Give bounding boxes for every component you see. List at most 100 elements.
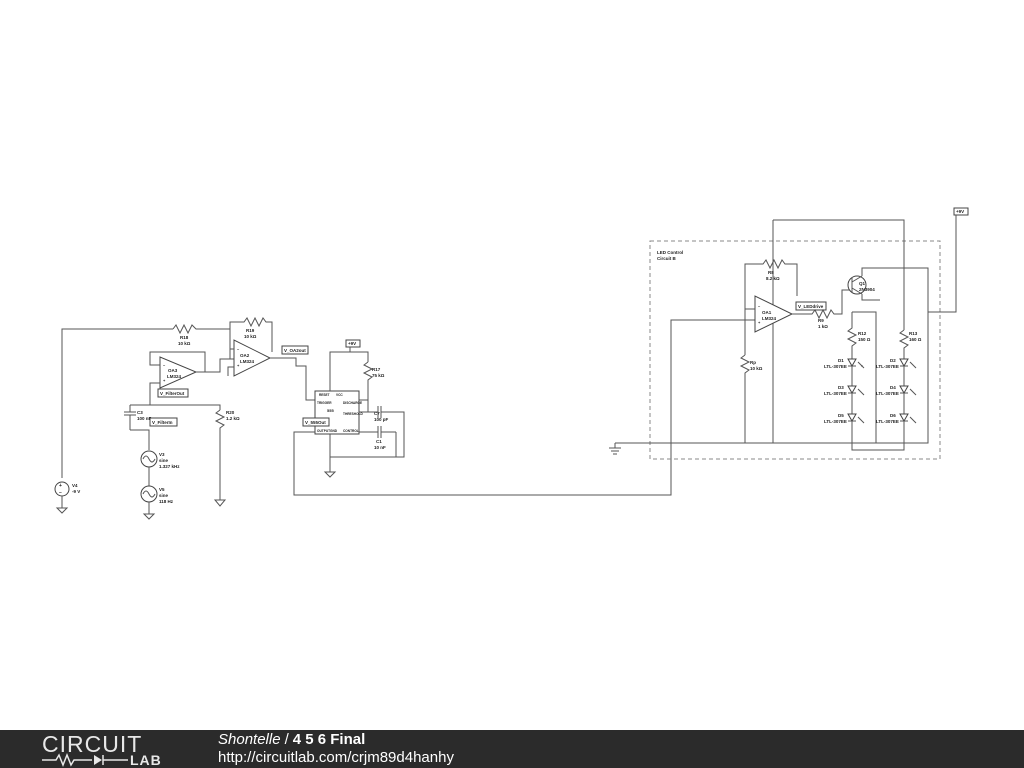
v4-name: V4 xyxy=(72,483,78,488)
led-d3[interactable]: D3 LTL-307EE xyxy=(824,385,865,396)
c3-name: C3 xyxy=(137,410,143,415)
q1-name: Q1 xyxy=(859,281,866,286)
oa1-name: OA1 xyxy=(762,310,772,315)
schematic-canvas[interactable]: + − V4 -9 V R18 10 kΩ − + OA3 LM324 V_Fi… xyxy=(0,0,1024,730)
capacitor-c3[interactable]: C3 100 nF xyxy=(124,405,152,430)
net-label-oa2-out[interactable]: V_OA2out xyxy=(281,345,309,355)
title-separator: / xyxy=(284,731,289,748)
d6-value: LTL-307EE xyxy=(876,419,899,424)
project-name: 4 5 6 Final xyxy=(292,731,366,748)
c1-value: 10 nF xyxy=(374,445,386,450)
pin-control: CONTROL xyxy=(343,429,359,433)
author-link[interactable]: Shontelle xyxy=(218,731,281,748)
led-d1[interactable]: D1 LTL-307EE xyxy=(824,358,865,369)
r18-name: R18 xyxy=(180,335,189,340)
circuit-schematic: + − V4 -9 V R18 10 kΩ − + OA3 LM324 V_Fi… xyxy=(54,207,969,520)
sine-source-v5[interactable]: V5 sine 118 Hz xyxy=(140,485,174,504)
resistor-r18[interactable]: R18 10 kΩ xyxy=(172,323,231,359)
led-block-title: LED Control xyxy=(657,250,683,255)
pin-discharge: DISCHARGE xyxy=(343,401,362,405)
r8-value: 8.2 kΩ xyxy=(766,276,780,281)
led-control-block xyxy=(649,240,941,460)
resistor-r8[interactable]: R8 8.2 kΩ xyxy=(744,258,798,309)
pin-vcc: VCC xyxy=(336,393,343,397)
sine-source-v3[interactable]: V3 sine 1.327 kHz xyxy=(140,450,180,469)
net-label-555-out[interactable]: V_555Out xyxy=(302,417,330,427)
r20-name: R20 xyxy=(226,410,235,415)
ground-symbol xyxy=(609,443,621,455)
led-d6[interactable]: D6 LTL-307EE xyxy=(876,413,917,424)
rp-value: 10 kΩ xyxy=(750,366,763,371)
resistor-r20[interactable]: R20 1.2 kΩ xyxy=(213,409,240,507)
net-label-filter-in[interactable]: V_FilterIn xyxy=(149,417,178,427)
d5-name: D5 xyxy=(838,413,844,418)
v4-value: -9 V xyxy=(72,489,80,494)
project-url[interactable]: http://circuitlab.com/crjm89d4hanhy xyxy=(218,749,454,767)
oa2-value: LM324 xyxy=(240,359,255,364)
v3-name: V3 xyxy=(159,452,165,457)
rp-name: Rp xyxy=(750,360,756,365)
filter-out-label: V_FilterOut xyxy=(160,391,185,396)
d1-name: D1 xyxy=(838,358,844,363)
filter-in-label: V_FilterIn xyxy=(152,420,173,425)
d3-value: LTL-307EE xyxy=(824,391,847,396)
led-d4[interactable]: D4 LTL-307EE xyxy=(876,385,917,396)
d1-value: LTL-307EE xyxy=(824,364,847,369)
d5-value: LTL-307EE xyxy=(824,419,847,424)
resistor-r13[interactable]: R13 160 Ω xyxy=(898,329,922,356)
logo-wave-icon xyxy=(42,753,128,767)
r9-name: R9 xyxy=(818,318,824,323)
d2-value: LTL-307EE xyxy=(876,364,899,369)
oa1-value: LM324 xyxy=(762,316,777,321)
logo-text-bottom: LAB xyxy=(130,752,162,768)
d4-name: D4 xyxy=(890,385,896,390)
r20-value: 1.2 kΩ xyxy=(226,416,240,421)
r18-value: 10 kΩ xyxy=(178,341,191,346)
c3-value: 100 nF xyxy=(137,416,152,421)
r13-value: 160 Ω xyxy=(909,337,922,342)
v5-type: sine xyxy=(159,493,169,498)
pin-gnd: GND xyxy=(330,429,338,433)
oa3-value: LM324 xyxy=(167,374,182,379)
led-block-subtitle: Circuit B xyxy=(657,256,677,261)
oa2-name: OA2 xyxy=(240,353,250,358)
r17-name: R17 xyxy=(372,367,381,372)
circuitlab-logo[interactable]: CIRCUIT LAB xyxy=(42,732,174,768)
opamp-oa1[interactable]: − + OA1 LM324 xyxy=(744,295,794,355)
r17-value: 75 kΩ xyxy=(372,373,385,378)
net-label-plus9-b[interactable]: +9V xyxy=(953,207,969,216)
plus9-a-label: +9V xyxy=(348,341,356,346)
timer-555[interactable]: RESET VCC TRIGGER DISCHARGE THRESHOLD OU… xyxy=(314,390,364,435)
d4-value: LTL-307EE xyxy=(876,391,899,396)
r19-name: R19 xyxy=(246,328,255,333)
oa2-out-label: V_OA2out xyxy=(284,348,306,353)
resistor-r17[interactable]: R17 75 kΩ xyxy=(359,361,385,401)
r12-name: R12 xyxy=(858,331,867,336)
r19-value: 10 kΩ xyxy=(244,334,257,339)
resistor-rp[interactable]: Rp 10 kΩ xyxy=(739,354,763,443)
net-label-plus9-a[interactable]: +9V xyxy=(345,339,361,348)
d2-name: D2 xyxy=(890,358,896,363)
pin-trigger: TRIGGER xyxy=(317,401,332,405)
capacitor-c1[interactable]: C1 10 nF xyxy=(359,426,396,450)
pin-reset: RESET xyxy=(319,393,330,397)
led-d2[interactable]: D2 LTL-307EE xyxy=(876,358,917,369)
led-d5[interactable]: D5 LTL-307EE xyxy=(824,413,865,424)
v5-value: 118 Hz xyxy=(159,499,174,504)
footer-bar: CIRCUIT LAB Shontelle/4 5 6 Final http:/… xyxy=(0,730,1024,768)
r12-value: 150 Ω xyxy=(858,337,871,342)
pin-threshold: THRESHOLD xyxy=(343,412,364,416)
project-title: Shontelle/4 5 6 Final xyxy=(218,731,365,749)
u555-name: 555 xyxy=(327,408,334,413)
pin-output: OUTPUT xyxy=(317,429,330,433)
out555-label: V_555Out xyxy=(305,420,326,425)
net-label-filter-out[interactable]: V_FilterOut xyxy=(157,388,189,398)
v5-name: V5 xyxy=(159,487,165,492)
plus9-b-label: +9V xyxy=(956,209,964,214)
r8-name: R8 xyxy=(768,270,774,275)
d3-name: D3 xyxy=(838,385,844,390)
net-label-led-drive[interactable]: V_LEDdrive xyxy=(795,301,827,311)
svg-text:+: + xyxy=(59,483,62,489)
r13-name: R13 xyxy=(909,331,918,336)
oa3-name: OA3 xyxy=(168,368,178,373)
